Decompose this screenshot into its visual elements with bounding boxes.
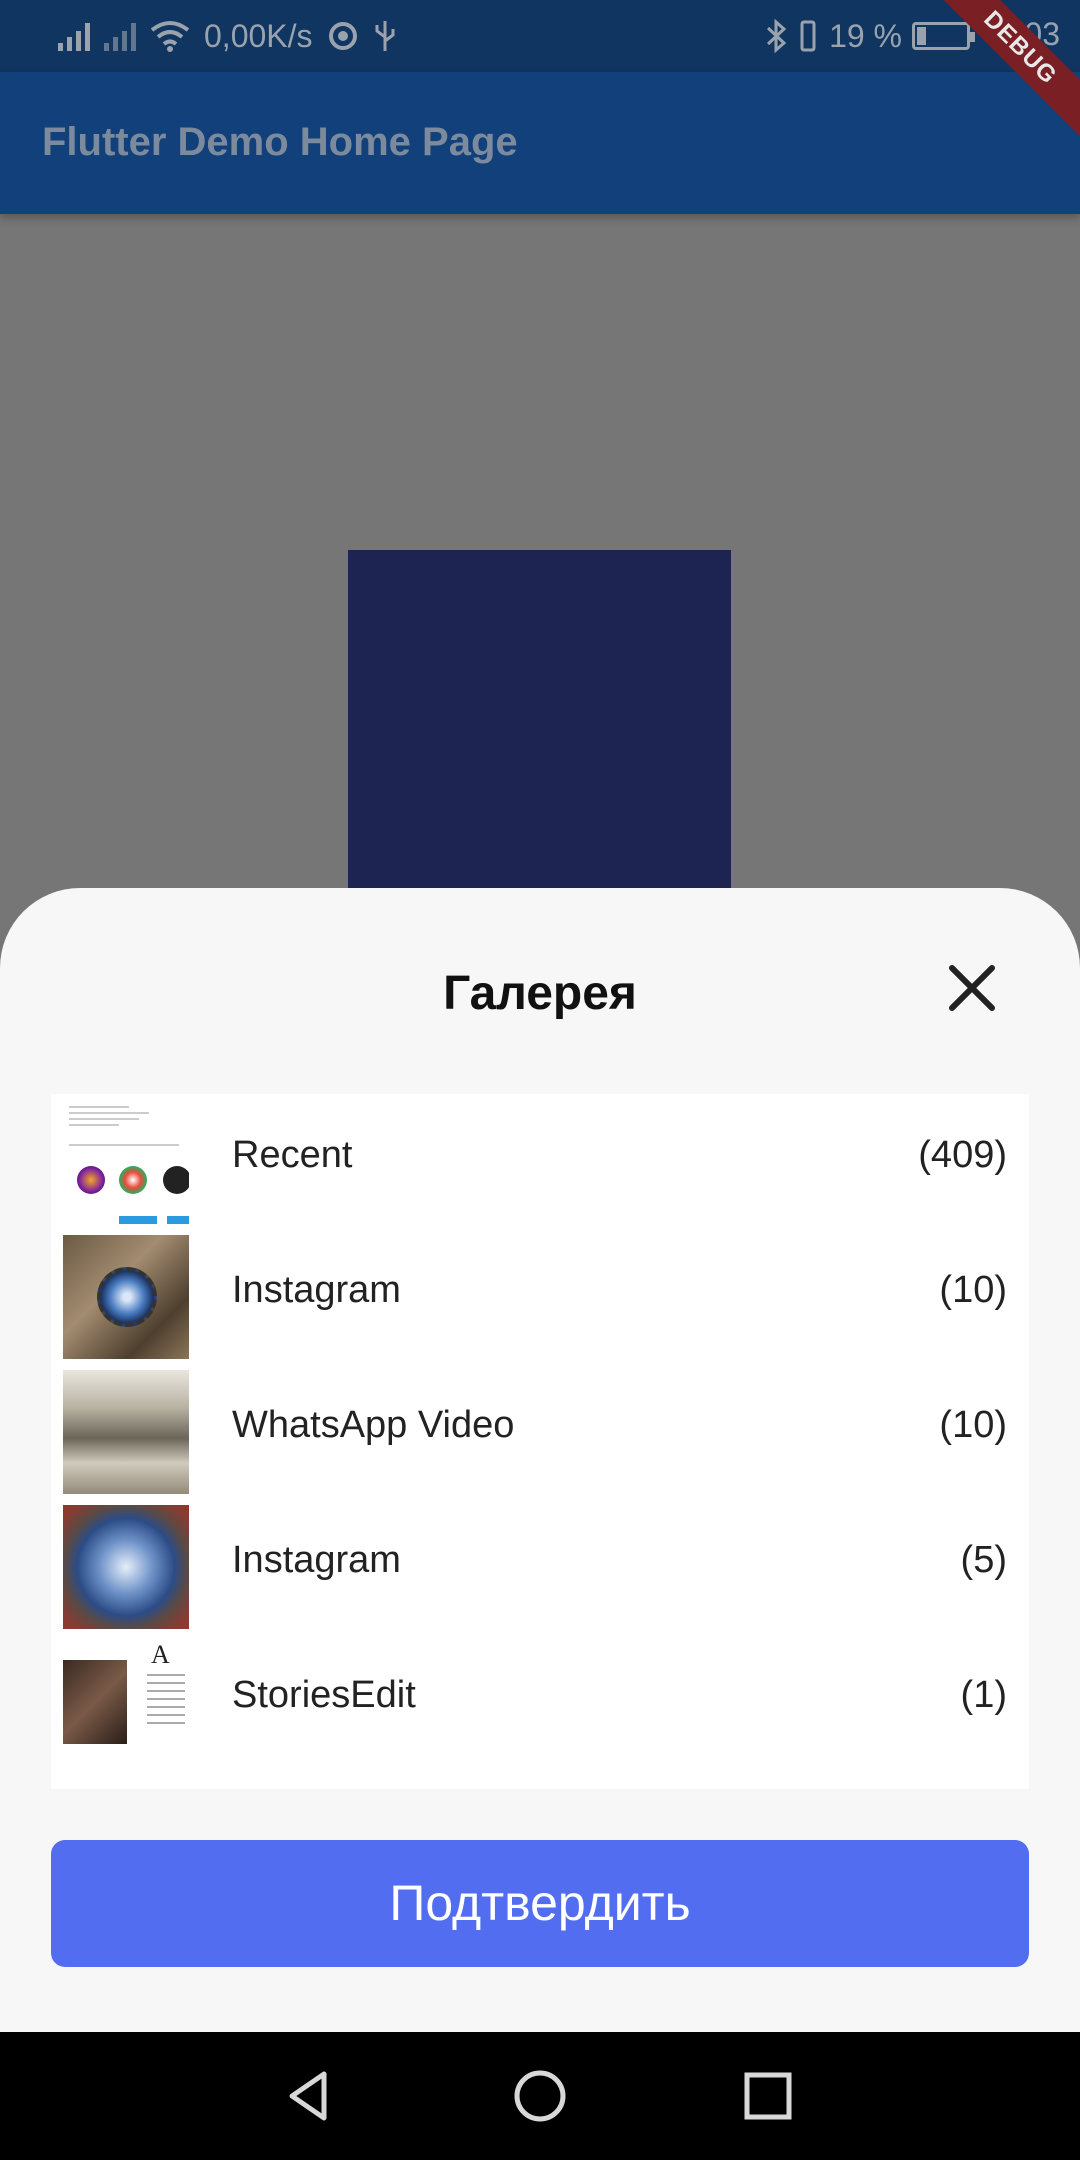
cell-signal-2-icon — [104, 21, 136, 51]
confirm-button[interactable]: Подтвердить — [51, 1840, 1029, 1967]
gallery-bottom-sheet: Галерея Recent (409) Instagram (10) What… — [0, 888, 1080, 2033]
status-right: 19 % — [765, 16, 975, 56]
bluetooth-icon — [767, 19, 787, 53]
album-thumbnail — [63, 1235, 189, 1359]
album-count: (10) — [939, 1269, 1007, 1311]
album-row[interactable]: Instagram (10) — [51, 1229, 1029, 1364]
wifi-icon — [150, 21, 190, 52]
hotspot-icon — [328, 22, 357, 50]
screen: 0,00K/s 19 % 8:03 DEBUG Flutter Demo Hom… — [0, 0, 1080, 2160]
app-bar: Flutter Demo Home Page — [0, 72, 1080, 214]
album-name: WhatsApp Video — [232, 1404, 515, 1446]
album-row[interactable]: WhatsApp Video (10) — [51, 1364, 1029, 1499]
close-icon — [949, 965, 995, 1011]
status-left: 0,00K/s — [58, 16, 397, 56]
close-button[interactable] — [946, 962, 998, 1014]
usb-icon — [375, 21, 395, 51]
network-speed: 0,00K/s — [204, 17, 313, 54]
battery-fill — [917, 27, 926, 45]
vibrate-icon — [800, 20, 816, 52]
album-thumbnail: A — [63, 1640, 189, 1764]
home-button[interactable] — [512, 2068, 568, 2124]
album-row[interactable]: Recent (409) — [51, 1094, 1029, 1229]
back-triangle-icon — [289, 2071, 327, 2121]
album-thumbnail — [63, 1505, 189, 1629]
album-row[interactable]: A StoriesEdit (1) — [51, 1634, 1029, 1769]
album-count: (1) — [960, 1674, 1007, 1716]
album-thumbnail — [63, 1370, 189, 1494]
album-count: (409) — [918, 1134, 1007, 1176]
back-button[interactable] — [280, 2068, 336, 2124]
album-thumbnail — [63, 1775, 189, 1789]
album-name: Instagram — [232, 1269, 401, 1311]
blue-square — [348, 550, 731, 890]
album-thumbnail — [63, 1100, 189, 1224]
album-name: Recent — [232, 1134, 353, 1176]
album-list[interactable]: Recent (409) Instagram (10) WhatsApp Vid… — [51, 1094, 1029, 1789]
battery-percent: 19 % — [829, 17, 902, 54]
album-name: Instagram — [232, 1539, 401, 1581]
cell-signal-icon — [58, 21, 90, 51]
recents-square-icon — [744, 2072, 792, 2120]
album-count: (5) — [960, 1539, 1007, 1581]
home-circle-icon — [514, 2070, 566, 2122]
status-bar: 0,00K/s 19 % 8:03 — [0, 0, 1080, 72]
sheet-title: Галерея — [443, 967, 637, 1020]
app-title: Flutter Demo Home Page — [42, 120, 518, 164]
album-count: (10) — [939, 1404, 1007, 1446]
recents-button[interactable] — [740, 2068, 796, 2124]
album-row[interactable]: Instagram (5) — [51, 1499, 1029, 1634]
navigation-bar — [0, 2032, 1080, 2160]
album-name: StoriesEdit — [232, 1674, 416, 1716]
battery-icon — [912, 22, 975, 50]
album-row-partial[interactable] — [51, 1769, 1029, 1789]
